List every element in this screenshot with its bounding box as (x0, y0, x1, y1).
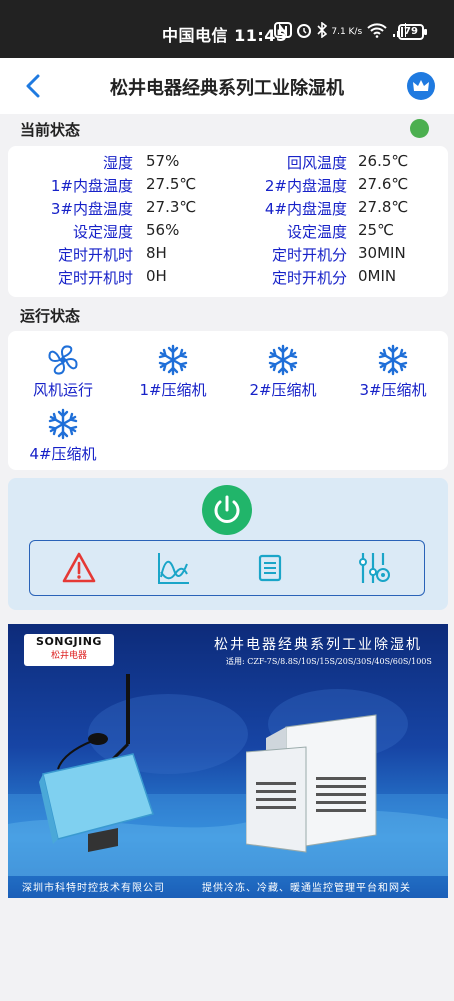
power-button[interactable] (202, 485, 252, 535)
bluetooth-icon (317, 21, 328, 39)
chart-icon (158, 553, 189, 584)
back-button[interactable] (18, 70, 48, 102)
brand-logo: SONGJING 松井电器 (24, 634, 114, 666)
promo-banner[interactable]: SONGJING 松井电器 松井电器经典系列工业除湿机 适用: CZF-7S/8… (8, 624, 448, 898)
status-icons: 7.1 K/s (274, 21, 407, 39)
banner-models: 适用: CZF-7S/8.8S/10S/15S/20S/30S/40S/60S/… (226, 657, 432, 666)
company-name: 深圳市科特时控技术有限公司 (22, 883, 165, 894)
fan-status: 风机运行 (8, 343, 118, 400)
nfc-icon (274, 22, 292, 38)
status-row: 1#内盘温度 27.5℃ 2#内盘温度 27.6℃ (50, 175, 409, 195)
status-row: 设定湿度 56% 设定温度 25℃ (72, 221, 394, 241)
gateway-device-image (39, 674, 154, 852)
status-row: 定时开机时 8H 定时开机分 30MIN (57, 244, 406, 264)
status-row: 定时开机时 0H 定时开机分 0MIN (57, 267, 397, 287)
dehumidifier-image (246, 714, 377, 853)
current-status-card: 湿度 57% 回风温度 26.5℃ 1#内盘温度 27.5℃ 2#内盘温度 27… (8, 146, 448, 297)
status-bar: 中国电信 11:45 7.1 K/s 79 (0, 0, 454, 58)
power-icon (214, 495, 240, 523)
compressor-1-status: 1#压缩机 (118, 343, 228, 400)
list-icon (258, 554, 282, 582)
snowflake-icon (158, 344, 188, 376)
alarm-icon (62, 552, 96, 583)
fan-icon (48, 345, 78, 375)
current-status-title: 当前状态 (20, 121, 81, 139)
crown-icon (413, 80, 429, 91)
net-speed: 7.1 K/s (331, 27, 363, 37)
snowflake-icon (48, 408, 78, 440)
operation-status-card: 风机运行 1#压缩机 2#压缩机 3#压缩机 4#压缩机 (8, 331, 448, 470)
battery-indicator: 79 (398, 24, 427, 40)
compressor-4-status: 4#压缩机 (8, 407, 118, 464)
status-row: 3#内盘温度 27.3℃ 4#内盘温度 27.8℃ (50, 198, 409, 218)
wifi-icon (366, 23, 387, 38)
status-row: 湿度 57% 回风温度 26.5℃ (102, 152, 409, 172)
settings-sliders-icon (359, 553, 390, 583)
history-chart-button[interactable] (156, 550, 192, 586)
page-title: 松井电器经典系列工业除湿机 (110, 78, 344, 99)
compressor-2-status: 2#压缩机 (228, 343, 338, 400)
banner-footer: 深圳市科特时控技术有限公司 提供冷冻、冷藏、暖通监控管理平台和网关 (8, 876, 448, 898)
settings-button[interactable] (355, 550, 391, 586)
nav-bar: 松井电器经典系列工业除湿机 (0, 58, 454, 114)
snowflake-icon (378, 344, 408, 376)
vip-button[interactable] (407, 72, 435, 100)
records-button[interactable] (252, 550, 288, 586)
chevron-left-icon (26, 74, 40, 98)
compressor-3-status: 3#压缩机 (338, 343, 448, 400)
alarm-clock-icon (297, 24, 312, 38)
company-slogan: 提供冷冻、冷藏、暖通监控管理平台和网关 (202, 883, 411, 894)
carrier-time: 中国电信 11:45 (162, 26, 288, 45)
snowflake-icon (268, 344, 298, 376)
banner-title: 松井电器经典系列工业除湿机 (214, 637, 422, 653)
online-status-indicator (410, 119, 429, 138)
alarm-button[interactable] (61, 550, 97, 586)
operation-status-title: 运行状态 (20, 307, 81, 325)
